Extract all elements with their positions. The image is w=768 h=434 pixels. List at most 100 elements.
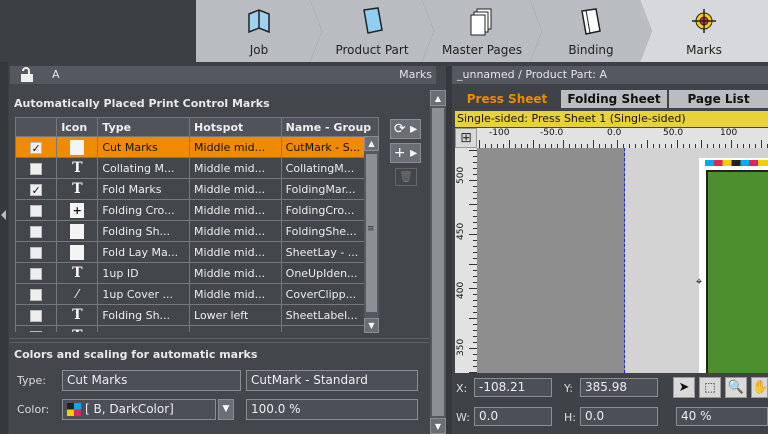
- y-field[interactable]: 385.98: [580, 378, 658, 397]
- color-select[interactable]: [ B, DarkColor]: [62, 399, 216, 420]
- nav-step-marks[interactable]: Marks: [640, 0, 768, 62]
- nav-step-job[interactable]: Job: [196, 0, 322, 62]
- ruler-tick: [469, 318, 477, 319]
- ruler-corner-button[interactable]: ⊞: [455, 128, 477, 148]
- y-label: Y:: [564, 382, 573, 395]
- refresh-mark-button[interactable]: ⟳ ▸: [390, 119, 421, 139]
- column-header-hotspot[interactable]: Hotspot: [189, 117, 282, 137]
- row-checkbox-cell[interactable]: [15, 262, 58, 284]
- section-splitter[interactable]: [9, 338, 429, 343]
- row-checkbox-cell[interactable]: [15, 283, 58, 305]
- left-edge-handle[interactable]: [0, 62, 8, 434]
- tab-press-sheet[interactable]: Press Sheet: [455, 90, 559, 108]
- scroll-up-icon[interactable]: ▲: [430, 90, 446, 106]
- column-header-type[interactable]: Type: [97, 117, 191, 137]
- row-icon-cell: T: [56, 178, 99, 200]
- row-checkbox[interactable]: [30, 162, 43, 175]
- ruler-tick-label: 350: [456, 338, 466, 356]
- table-row[interactable]: TFolding Sh...Lower leftSheetLabel...: [15, 304, 379, 326]
- nav-step-product-part[interactable]: Product Part: [310, 0, 434, 62]
- zoom-field[interactable]: 40 %: [676, 407, 768, 426]
- scale-field[interactable]: 100.0 %: [246, 399, 418, 420]
- auto-marks-section-title: Automatically Placed Print Control Marks: [14, 97, 270, 110]
- column-header-name-group[interactable]: Name - Group: [280, 117, 379, 137]
- tab-page-list[interactable]: Page List: [669, 90, 768, 108]
- nav-step-binding[interactable]: Binding: [530, 0, 652, 62]
- table-row[interactable]: TFolding Sh...Lower leftSheetLabel...: [15, 325, 379, 332]
- table-row[interactable]: ✓ T Fold Marks Middle mid... FoldingMar...: [15, 178, 379, 200]
- scroll-thumb[interactable]: [432, 108, 444, 416]
- x-field[interactable]: -108.21: [474, 378, 552, 397]
- w-field[interactable]: 0.0: [474, 407, 552, 426]
- mark-name-field[interactable]: CutMark - Standard: [246, 370, 418, 391]
- unlock-icon[interactable]: [20, 67, 34, 83]
- row-checkbox-cell[interactable]: ✓: [15, 136, 58, 158]
- row-checkbox[interactable]: [30, 309, 43, 322]
- table-row[interactable]: ⁄ 1up Cover ... Middle mid... CoverClipp...: [15, 283, 379, 305]
- row-checkbox[interactable]: [30, 225, 43, 238]
- row-icon-cell: T: [56, 325, 99, 332]
- type-field[interactable]: Cut Marks: [62, 370, 241, 391]
- table-row[interactable]: + Folding Cro... Middle mid... FoldingCro..…: [15, 199, 379, 221]
- row-checkbox[interactable]: [30, 204, 43, 217]
- hand-icon: ✋: [752, 380, 768, 395]
- table-scrollbar[interactable]: ▲ ≡ ▼: [364, 136, 379, 333]
- table-row[interactable]: T Collating M... Middle mid... CollatingM..…: [15, 157, 379, 179]
- ruler-tick: [617, 140, 618, 148]
- select-area-tool-button[interactable]: ⬚: [699, 377, 721, 398]
- chevron-down-icon[interactable]: ▼: [218, 399, 234, 420]
- scroll-down-icon[interactable]: ▼: [430, 418, 446, 434]
- row-checkbox[interactable]: [30, 246, 43, 259]
- table-row[interactable]: T 1up ID Middle mid... OneUpIden...: [15, 262, 379, 284]
- preview-panel: _unnamed / Product Part: A Press Sheet F…: [452, 66, 768, 434]
- ruler-tick: [593, 140, 594, 148]
- delete-mark-button[interactable]: 🗑: [395, 168, 417, 186]
- preview-title: _unnamed / Product Part: A: [452, 66, 768, 84]
- row-type: Folding Sh...: [97, 325, 191, 332]
- scroll-up-icon[interactable]: ▲: [364, 136, 379, 151]
- row-type: Folding Sh...: [97, 220, 191, 242]
- h-field[interactable]: 0.0: [580, 407, 658, 426]
- select-tool-button[interactable]: ➤: [673, 377, 695, 398]
- row-icon-cell: T: [56, 262, 99, 284]
- tab-folding-sheet[interactable]: Folding Sheet: [561, 90, 667, 108]
- row-checkbox-cell[interactable]: [15, 304, 58, 326]
- scroll-down-icon[interactable]: ▼: [364, 318, 379, 333]
- panel-scrollbar[interactable]: ▲ ▼: [430, 90, 446, 434]
- column-header-icon[interactable]: Icon: [56, 117, 99, 137]
- ruler-tick: [509, 140, 510, 148]
- page-area[interactable]: [706, 170, 768, 373]
- ruler-tick: [469, 288, 477, 289]
- row-hotspot: Middle mid...: [189, 283, 282, 305]
- row-checkbox-cell[interactable]: [15, 220, 58, 242]
- column-header-check[interactable]: [15, 117, 58, 137]
- magnifier-icon: 🔍: [727, 380, 745, 395]
- row-checkbox[interactable]: [30, 330, 43, 332]
- nav-step-label: Job: [249, 43, 269, 57]
- table-row[interactable]: Folding Sh... Middle mid... FoldingShe...: [15, 220, 379, 242]
- row-hotspot: Lower left: [189, 325, 282, 332]
- colors-section-title: Colors and scaling for automatic marks: [14, 348, 258, 361]
- page-mark-icon: [70, 244, 85, 260]
- add-mark-button[interactable]: + ▸: [390, 143, 421, 163]
- ruler-tick-label: 500: [456, 166, 466, 184]
- cross-mark-icon: +: [70, 202, 85, 218]
- row-checkbox-cell[interactable]: [15, 325, 58, 332]
- zoom-tool-button[interactable]: 🔍: [725, 377, 747, 398]
- nav-step-master-pages[interactable]: Master Pages: [422, 0, 542, 62]
- sheet-canvas[interactable]: ⌖: [477, 148, 768, 373]
- panel-splitter[interactable]: [446, 66, 452, 434]
- row-checkbox[interactable]: ✓: [30, 141, 43, 154]
- table-row[interactable]: ✓ Cut Marks Middle mid... CutMark - S...: [15, 136, 379, 158]
- table-row[interactable]: Fold Lay Ma... Middle mid... SheetLay - ..…: [15, 241, 379, 263]
- row-checkbox[interactable]: [30, 267, 43, 280]
- ruler-tick-label: -100: [489, 128, 510, 138]
- row-checkbox[interactable]: [30, 288, 43, 301]
- cut-mark-crosshair-icon[interactable]: ⌖: [696, 276, 706, 287]
- row-checkbox-cell[interactable]: [15, 157, 58, 179]
- row-checkbox[interactable]: ✓: [30, 183, 43, 196]
- row-checkbox-cell[interactable]: [15, 199, 58, 221]
- row-checkbox-cell[interactable]: [15, 241, 58, 263]
- pan-tool-button[interactable]: ✋: [751, 377, 768, 398]
- row-checkbox-cell[interactable]: ✓: [15, 178, 58, 200]
